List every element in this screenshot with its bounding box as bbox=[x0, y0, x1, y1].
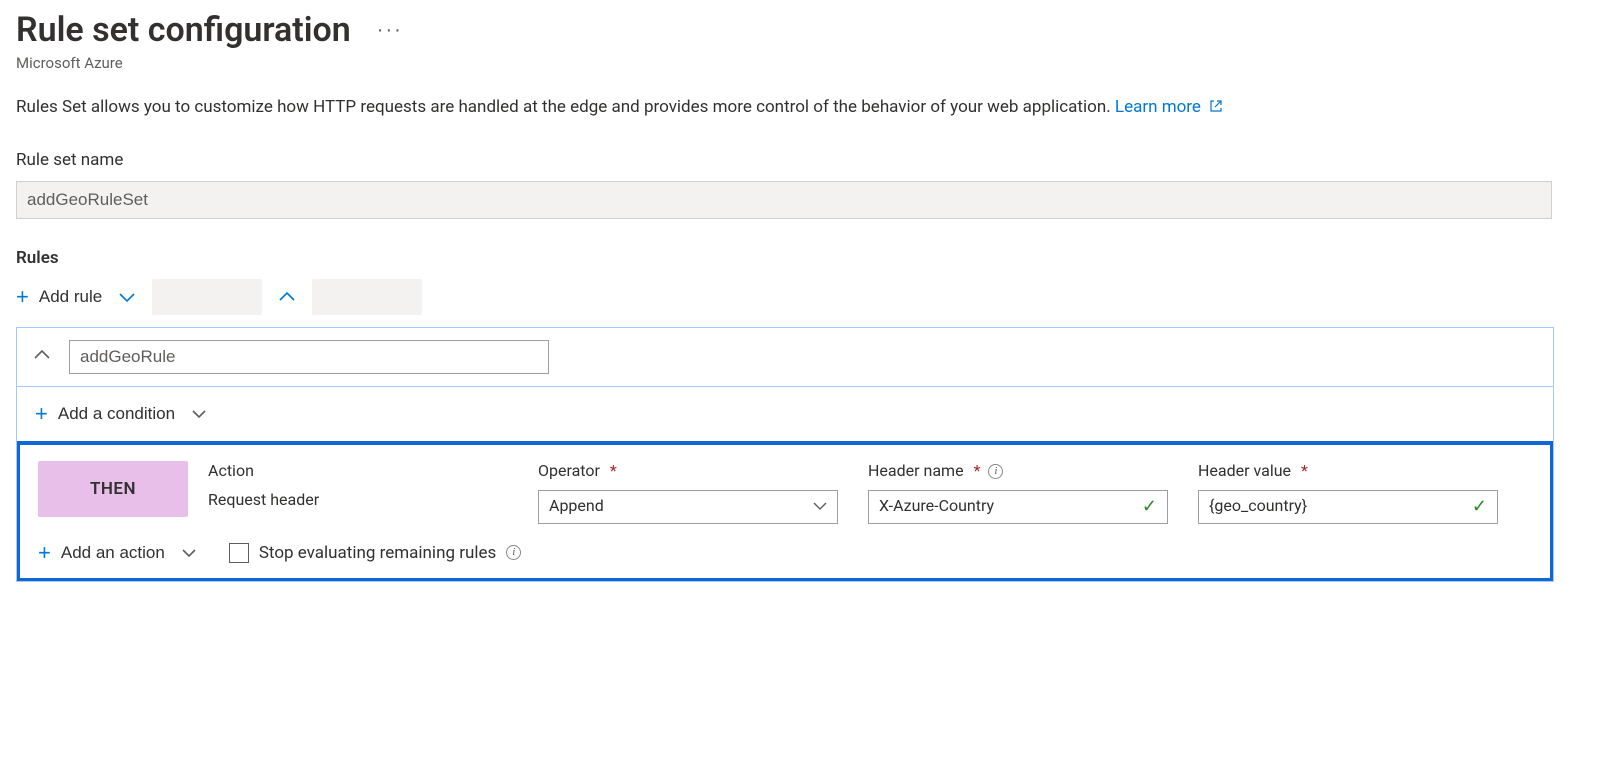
operator-column-label: Operator bbox=[538, 461, 600, 482]
required-mark: * bbox=[610, 461, 617, 482]
add-condition-button[interactable]: + Add a condition bbox=[35, 403, 213, 425]
required-mark: * bbox=[974, 461, 981, 482]
rule-header bbox=[17, 328, 1553, 387]
chevron-down-icon bbox=[175, 544, 203, 562]
add-action-label: Add an action bbox=[61, 543, 165, 563]
header-name-column-label: Header name bbox=[868, 461, 964, 482]
valid-check-icon: ✓ bbox=[1472, 495, 1487, 518]
add-action-button[interactable]: + Add an action bbox=[38, 542, 203, 564]
chevron-down-icon bbox=[185, 405, 213, 423]
learn-more-link[interactable]: Learn more bbox=[1115, 97, 1223, 117]
disabled-slot-1 bbox=[152, 279, 262, 315]
disabled-slot-2 bbox=[312, 279, 422, 315]
conditions-area: + Add a condition bbox=[17, 387, 1553, 441]
header-name-value: X-Azure-Country bbox=[879, 496, 994, 517]
move-rule-up-button[interactable] bbox=[272, 287, 302, 307]
plus-icon: + bbox=[35, 403, 48, 425]
collapse-rule-button[interactable] bbox=[31, 347, 53, 366]
rule-name-input[interactable] bbox=[69, 340, 549, 374]
more-options-button[interactable]: ··· bbox=[371, 19, 409, 42]
add-condition-label: Add a condition bbox=[58, 404, 175, 424]
stop-evaluating-label: Stop evaluating remaining rules bbox=[259, 542, 496, 564]
ruleset-name-input[interactable] bbox=[16, 181, 1552, 219]
info-icon[interactable]: i bbox=[506, 545, 521, 560]
action-column-label: Action bbox=[208, 461, 538, 482]
rule-card: + Add a condition THEN Action Request he… bbox=[16, 327, 1554, 582]
external-link-icon bbox=[1209, 97, 1223, 119]
operator-value: Append bbox=[549, 496, 604, 517]
description-body: Rules Set allows you to customize how HT… bbox=[16, 97, 1115, 117]
rules-toolbar: + Add rule bbox=[16, 279, 1587, 315]
operator-select[interactable]: Append bbox=[538, 490, 838, 524]
plus-icon: + bbox=[38, 542, 51, 564]
learn-more-label: Learn more bbox=[1115, 97, 1201, 117]
add-rule-button[interactable]: + Add rule bbox=[16, 286, 102, 308]
chevron-down-icon bbox=[813, 502, 827, 511]
header-value-value: {geo_country} bbox=[1209, 496, 1307, 517]
header-name-input[interactable]: X-Azure-Country ✓ bbox=[868, 490, 1168, 524]
ruleset-name-label: Rule set name bbox=[16, 149, 1587, 171]
action-value: Request header bbox=[208, 490, 538, 511]
move-rule-down-button[interactable] bbox=[112, 287, 142, 307]
header-value-column-label: Header value bbox=[1198, 461, 1291, 482]
plus-icon: + bbox=[16, 286, 29, 308]
stop-evaluating-checkbox[interactable] bbox=[229, 543, 249, 563]
info-icon[interactable]: i bbox=[988, 464, 1003, 479]
stop-evaluating-option[interactable]: Stop evaluating remaining rules i bbox=[229, 542, 521, 564]
required-mark: * bbox=[1301, 461, 1308, 482]
page-subtitle: Microsoft Azure bbox=[16, 54, 1587, 74]
header-value-input[interactable]: {geo_country} ✓ bbox=[1198, 490, 1498, 524]
rules-section-title: Rules bbox=[16, 247, 1587, 269]
description-text: Rules Set allows you to customize how HT… bbox=[16, 96, 1587, 119]
add-rule-label: Add rule bbox=[39, 287, 102, 307]
actions-area: THEN Action Request header Operator * Ap… bbox=[17, 441, 1553, 581]
then-badge: THEN bbox=[38, 461, 188, 517]
valid-check-icon: ✓ bbox=[1142, 495, 1157, 518]
page-title: Rule set configuration bbox=[16, 8, 351, 52]
